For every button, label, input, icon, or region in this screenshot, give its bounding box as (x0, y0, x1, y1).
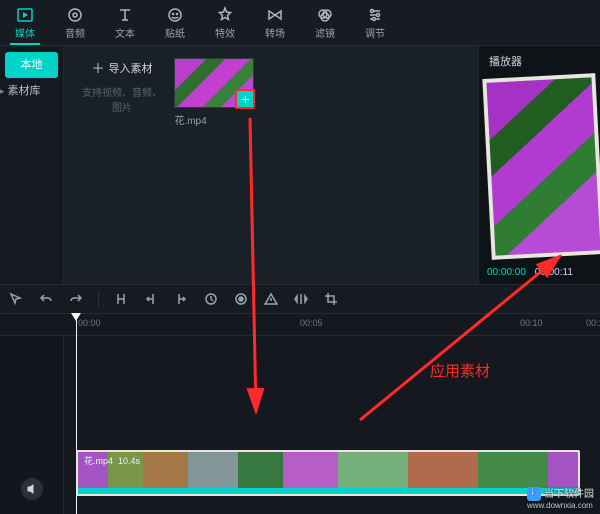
split-icon[interactable] (113, 291, 129, 307)
effect-icon (216, 6, 234, 24)
preview-title: 播放器 (479, 46, 600, 76)
tab-transition[interactable]: 转场 (250, 0, 300, 45)
clip-filename: 花.mp4 (174, 112, 254, 127)
tab-sticker[interactable]: 贴纸 (150, 0, 200, 45)
timeline-clip[interactable]: 花.mp4 10.4s (76, 450, 580, 496)
adjust-icon (366, 6, 384, 24)
main-panel: 本地 素材库 ＋导入素材 支持视频、音频、图片 + 花.mp4 播放器 00:0… (0, 46, 600, 284)
tab-filter[interactable]: 滤镜 (300, 0, 350, 45)
import-box: ＋导入素材 支持视频、音频、图片 (78, 58, 166, 114)
redo-icon[interactable] (68, 291, 84, 307)
mute-button[interactable] (21, 478, 43, 500)
plus-icon: ＋ (91, 58, 104, 77)
top-toolbar: 媒体 音频 文本 贴纸 特效 转场 滤镜 调节 (0, 0, 600, 46)
tab-text[interactable]: 文本 (100, 0, 150, 45)
sticker-icon (166, 6, 184, 24)
clip-thumbnail[interactable]: + (174, 58, 254, 108)
watermark-icon (527, 487, 541, 501)
separator (98, 291, 99, 307)
preview-time-dur: 00:00:11 (535, 267, 573, 278)
left-sidebar: 本地 素材库 (0, 46, 64, 284)
crop-icon[interactable] (323, 291, 339, 307)
preview-time: 00:00:00 00:00:11 (479, 263, 600, 284)
video-track[interactable]: 花.mp4 10.4s (76, 450, 580, 496)
tab-audio[interactable]: 音频 (50, 0, 100, 45)
record-icon[interactable] (233, 291, 249, 307)
ruler-tick: 00:00 (78, 318, 101, 328)
preview-canvas[interactable] (482, 73, 600, 260)
select-tool-icon[interactable] (8, 291, 24, 307)
ruler-tick: 00:05 (300, 318, 323, 328)
audio-icon (66, 6, 84, 24)
clip-audio-strip (78, 488, 578, 494)
delete-right-icon[interactable] (173, 291, 189, 307)
import-button[interactable]: ＋导入素材 (91, 58, 152, 77)
preview-time-cur: 00:00:00 (487, 267, 526, 278)
media-area: ＋导入素材 支持视频、音频、图片 + 花.mp4 (64, 46, 478, 284)
media-icon (16, 6, 34, 24)
tab-adjust[interactable]: 调节 (350, 0, 400, 45)
timeline[interactable]: 00:00 00:05 00:10 00:1 花.mp4 10.4s (0, 314, 600, 514)
filter-icon (316, 6, 334, 24)
delete-left-icon[interactable] (143, 291, 159, 307)
import-hint: 支持视频、音频、图片 (78, 84, 166, 114)
media-clip[interactable]: + 花.mp4 (174, 58, 254, 127)
mirror-icon[interactable] (293, 291, 309, 307)
sidebar-tab-local[interactable]: 本地 (5, 52, 58, 78)
tab-effect[interactable]: 特效 (200, 0, 250, 45)
transition-icon (266, 6, 284, 24)
sidebar-tab-library[interactable]: 素材库 (0, 78, 41, 104)
watermark: 当下软件园 www.downxia.com (527, 485, 594, 510)
timeline-toolbar (0, 284, 600, 314)
add-to-timeline-button[interactable]: + (235, 89, 255, 109)
ruler-tick: 00:10 (520, 318, 543, 328)
freeze-icon[interactable] (203, 291, 219, 307)
text-icon (116, 6, 134, 24)
preview-panel: 播放器 00:00:00 00:00:11 (478, 46, 600, 284)
tab-media[interactable]: 媒体 (0, 0, 50, 45)
track-header-column (0, 336, 64, 514)
timeline-ruler[interactable]: 00:00 00:05 00:10 00:1 (0, 314, 600, 336)
undo-icon[interactable] (38, 291, 54, 307)
alert-icon[interactable] (263, 291, 279, 307)
clip-title: 花.mp4 10.4s (84, 454, 140, 467)
ruler-tick: 00:1 (586, 318, 600, 328)
clip-frames (78, 452, 578, 488)
